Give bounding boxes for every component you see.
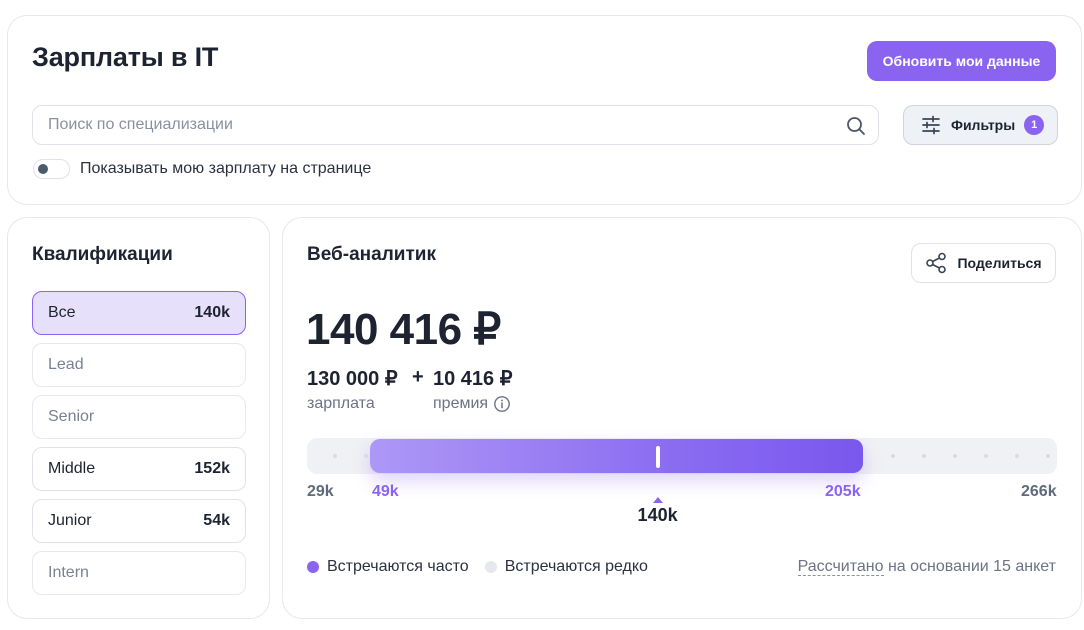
track-dot (364, 454, 368, 458)
bonus-value: 10 416 ₽ (433, 368, 513, 390)
qualifications-list: Все 140k Lead Senior Middle 152k Junior … (32, 291, 246, 603)
filters-count-badge: 1 (1024, 115, 1045, 135)
legend-often-label: Встречаются часто (327, 558, 469, 575)
plus-sign: + (412, 366, 424, 388)
show-salary-toggle-label: Показывать мою зарплату на странице (80, 160, 372, 177)
salary-range-track (307, 438, 1057, 474)
legend-rare: Встречаются редко (484, 558, 648, 576)
qualification-name: Senior (48, 408, 95, 425)
range-low-label: 49k (372, 483, 399, 500)
share-icon (926, 252, 947, 274)
track-dot (984, 454, 988, 458)
qualification-name: Lead (48, 356, 84, 373)
filters-button[interactable]: Фильтры 1 (903, 105, 1058, 145)
legend-rare-dot (484, 561, 497, 573)
qualification-name: Middle (48, 460, 96, 477)
qualification-item[interactable]: Junior 54k (32, 499, 246, 543)
search-icon[interactable] (846, 116, 866, 136)
track-dot (953, 454, 957, 458)
frequent-range-bar (370, 439, 863, 473)
qualification-item[interactable]: Все 140k (32, 291, 246, 335)
track-dot (1015, 454, 1019, 458)
total-salary: 140 416 ₽ (306, 305, 501, 354)
range-min-label: 29k (307, 483, 334, 500)
show-salary-toggle[interactable] (33, 159, 70, 179)
page-title: Зарплаты в IT (32, 42, 219, 72)
range-high-label: 205k (825, 483, 861, 500)
qualification-name: Junior (48, 512, 92, 529)
legend-rare-label: Встречаются редко (504, 558, 648, 575)
sliders-icon (922, 115, 940, 135)
search-box (32, 105, 879, 145)
qualifications-title: Квалификации (32, 244, 173, 265)
qualification-item[interactable]: Senior (32, 395, 246, 439)
search-input[interactable] (33, 106, 878, 144)
median-marker (652, 497, 663, 503)
track-dot (891, 454, 895, 458)
qualification-item[interactable]: Middle 152k (32, 447, 246, 491)
bonus-label-row: премия (433, 395, 512, 413)
qualification-value: 54k (203, 512, 230, 529)
bonus-label: премия (433, 395, 489, 412)
calculation-basis-text: на основании 15 анкет (883, 558, 1056, 575)
qualification-value: 152k (194, 460, 230, 477)
base-salary: 130 000 ₽ зарплата (307, 366, 398, 413)
toggle-knob (38, 164, 48, 174)
legend: Встречаются часто Встречаются редко (307, 558, 664, 576)
qualification-value: 140k (194, 304, 230, 321)
base-salary-value: 130 000 ₽ (307, 368, 398, 390)
track-dot (922, 454, 926, 458)
median-label: 140k (637, 505, 678, 525)
info-icon[interactable] (493, 395, 511, 413)
qualifications-card: Квалификации Все 140k Lead Senior Middle… (7, 217, 270, 619)
update-my-data-button[interactable]: Обновить мои данные (867, 41, 1056, 81)
base-salary-label: зарплата (307, 395, 375, 412)
bonus: 10 416 ₽ премия (433, 366, 512, 413)
share-button[interactable]: Поделиться (911, 243, 1056, 283)
share-label: Поделиться (957, 255, 1042, 271)
calculation-basis: Рассчитано на основании 15 анкет (797, 558, 1056, 576)
median-line (655, 446, 660, 468)
salary-details-card: Веб-аналитик Поделиться 140 416 ₽ 130 00… (282, 217, 1082, 619)
track-dot (1046, 454, 1050, 458)
qualification-name: Intern (48, 564, 89, 581)
qualification-item[interactable]: Intern (32, 551, 246, 595)
qualification-item[interactable]: Lead (32, 343, 246, 387)
legend-often-dot (307, 561, 319, 573)
role-title: Веб-аналитик (307, 244, 436, 265)
filters-label: Фильтры (951, 117, 1016, 133)
track-dot (333, 454, 337, 458)
salary-header-card: Зарплаты в IT Обновить мои данные Фильтр… (7, 15, 1082, 205)
range-max-label: 266k (1021, 483, 1057, 500)
calculation-basis-link[interactable]: Рассчитано (797, 558, 884, 576)
qualification-name: Все (48, 304, 76, 321)
legend-often: Встречаются часто (307, 558, 469, 576)
